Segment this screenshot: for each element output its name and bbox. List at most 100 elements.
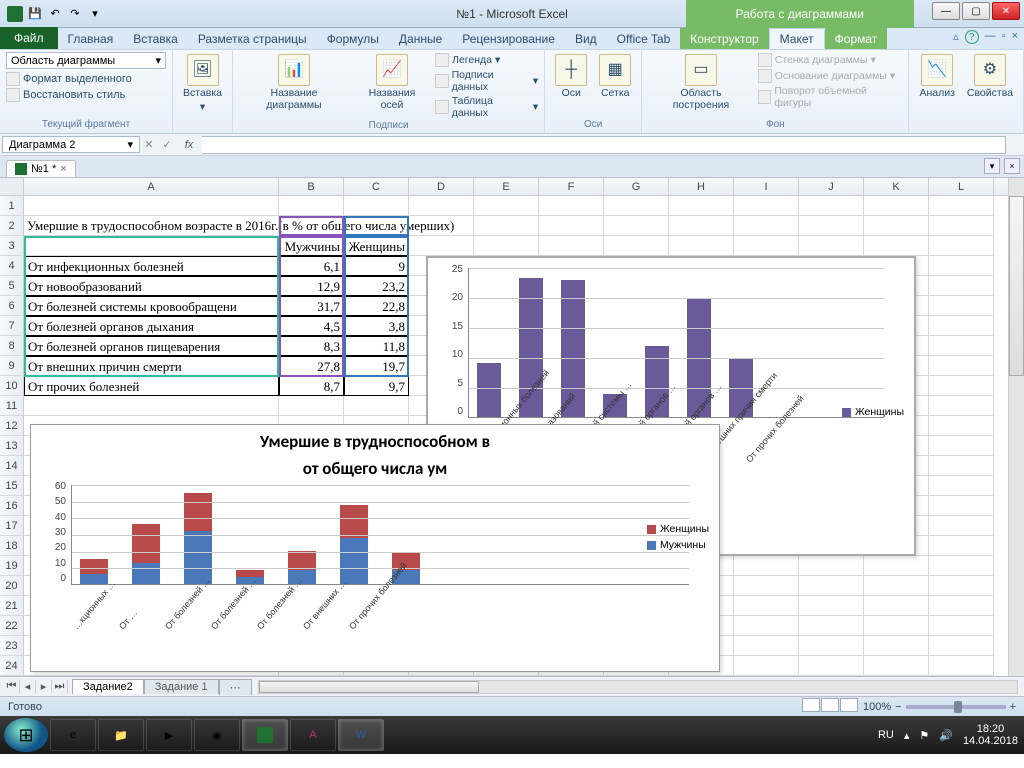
row-header[interactable]: 10 bbox=[0, 376, 24, 396]
chart-object-1[interactable]: Умершие в трудноспособном в от общего чи… bbox=[30, 424, 720, 672]
col-header[interactable]: K bbox=[864, 178, 929, 195]
row-header[interactable]: 2 bbox=[0, 216, 24, 236]
row-header[interactable]: 3 bbox=[0, 236, 24, 256]
worksheet[interactable]: ABCDEFGHIJKL 123456789101112131415161718… bbox=[0, 178, 1024, 676]
col-header[interactable]: J bbox=[799, 178, 864, 195]
file-tab[interactable]: Файл bbox=[0, 27, 58, 49]
doc-close-icon[interactable]: × bbox=[60, 163, 66, 175]
cell[interactable] bbox=[409, 196, 474, 216]
cell[interactable] bbox=[409, 236, 474, 256]
cell[interactable]: Умершие в трудоспособном возрасте в 2016… bbox=[24, 216, 279, 236]
row-header[interactable]: 23 bbox=[0, 636, 24, 656]
row-header[interactable]: 22 bbox=[0, 616, 24, 636]
col-header[interactable]: F bbox=[539, 178, 604, 195]
col-header[interactable]: I bbox=[734, 178, 799, 195]
cell[interactable]: 23,2 bbox=[344, 276, 409, 296]
cell[interactable] bbox=[929, 496, 994, 516]
redo-button[interactable]: ↷ bbox=[66, 5, 84, 23]
data-labels-button[interactable]: Подписи данных ▾ bbox=[435, 68, 538, 94]
chart-title-button[interactable]: 📊Название диаграммы bbox=[239, 52, 349, 113]
tab-office-tab[interactable]: Office Tab bbox=[607, 28, 681, 49]
cell[interactable] bbox=[344, 396, 409, 416]
row-header[interactable]: 6 bbox=[0, 296, 24, 316]
cell[interactable] bbox=[539, 236, 604, 256]
cell[interactable]: От болезней органов дыхания bbox=[24, 316, 279, 336]
cell[interactable] bbox=[734, 636, 799, 656]
cell[interactable]: От новообразований bbox=[24, 276, 279, 296]
cell[interactable] bbox=[864, 596, 929, 616]
save-button[interactable]: 💾 bbox=[26, 5, 44, 23]
cell[interactable] bbox=[279, 396, 344, 416]
tray-lang[interactable]: RU bbox=[878, 729, 894, 741]
cell[interactable] bbox=[734, 216, 799, 236]
cell[interactable] bbox=[929, 576, 994, 596]
cell[interactable]: 8,3 bbox=[279, 336, 344, 356]
row-header[interactable]: 12 bbox=[0, 416, 24, 436]
cell[interactable]: Женщины bbox=[344, 236, 409, 256]
cell[interactable] bbox=[669, 236, 734, 256]
row-header[interactable]: 17 bbox=[0, 516, 24, 536]
cell[interactable] bbox=[734, 236, 799, 256]
tab-review[interactable]: Рецензирование bbox=[452, 28, 565, 49]
cell[interactable] bbox=[734, 616, 799, 636]
cell[interactable] bbox=[929, 256, 994, 276]
start-button[interactable]: ⊞ bbox=[4, 718, 48, 752]
workbook-min-icon[interactable]: — bbox=[985, 30, 996, 44]
cell[interactable] bbox=[929, 356, 994, 376]
cell[interactable] bbox=[734, 196, 799, 216]
cell[interactable] bbox=[864, 616, 929, 636]
cell[interactable] bbox=[929, 216, 994, 236]
tab-page-layout[interactable]: Разметка страницы bbox=[188, 28, 317, 49]
cell[interactable] bbox=[929, 236, 994, 256]
tab-chart-format[interactable]: Формат bbox=[825, 28, 888, 49]
cell[interactable] bbox=[24, 396, 279, 416]
enter-icon[interactable]: ✓ bbox=[160, 138, 174, 152]
cancel-icon[interactable]: ✕ bbox=[142, 138, 156, 152]
cell[interactable] bbox=[24, 236, 279, 256]
cell[interactable]: От болезней органов пищеварения bbox=[24, 336, 279, 356]
cell[interactable] bbox=[864, 196, 929, 216]
cell[interactable] bbox=[474, 216, 539, 236]
insert-button[interactable]: 🖼Вставка▾ bbox=[179, 52, 226, 115]
row-header[interactable]: 14 bbox=[0, 456, 24, 476]
cell[interactable] bbox=[604, 236, 669, 256]
axes-button[interactable]: ┼Оси bbox=[551, 52, 591, 102]
cell[interactable]: От инфекционных болезней bbox=[24, 256, 279, 276]
sheet-nav-next-icon[interactable]: ▸ bbox=[36, 680, 52, 693]
cell[interactable] bbox=[734, 656, 799, 676]
cell[interactable] bbox=[929, 296, 994, 316]
taskbar-media[interactable]: ▶ bbox=[146, 719, 192, 751]
cell[interactable] bbox=[929, 516, 994, 536]
cell[interactable] bbox=[929, 536, 994, 556]
row-header[interactable]: 7 bbox=[0, 316, 24, 336]
tab-chart-layout[interactable]: Макет bbox=[769, 28, 825, 49]
cell[interactable] bbox=[864, 656, 929, 676]
cell[interactable] bbox=[474, 196, 539, 216]
cell[interactable] bbox=[929, 616, 994, 636]
close-button[interactable]: ✕ bbox=[992, 2, 1020, 20]
col-header[interactable]: H bbox=[669, 178, 734, 195]
tab-insert[interactable]: Вставка bbox=[123, 28, 188, 49]
cell[interactable] bbox=[799, 656, 864, 676]
cell[interactable] bbox=[279, 216, 344, 236]
cell[interactable]: 22,8 bbox=[344, 296, 409, 316]
sheet-nav-prev-icon[interactable]: ◂ bbox=[20, 680, 36, 693]
cell[interactable] bbox=[864, 216, 929, 236]
horizontal-scrollbar[interactable] bbox=[258, 680, 1018, 694]
axis-titles-button[interactable]: 📈Названия осей bbox=[353, 52, 431, 113]
zoom-level[interactable]: 100% bbox=[863, 701, 891, 713]
sheet-tab[interactable]: Задание 1 bbox=[144, 679, 219, 694]
row-header[interactable]: 11 bbox=[0, 396, 24, 416]
cell[interactable] bbox=[734, 576, 799, 596]
row-header[interactable]: 19 bbox=[0, 556, 24, 576]
cell[interactable]: 31,7 bbox=[279, 296, 344, 316]
col-header[interactable]: E bbox=[474, 178, 539, 195]
tab-chart-design[interactable]: Конструктор bbox=[680, 28, 768, 49]
cell[interactable] bbox=[539, 196, 604, 216]
workbook-close-icon[interactable]: × bbox=[1012, 30, 1018, 44]
sheet-tab-active[interactable]: Задание2 bbox=[72, 679, 144, 694]
cell[interactable] bbox=[799, 236, 864, 256]
cell[interactable] bbox=[409, 216, 474, 236]
cell[interactable] bbox=[344, 216, 409, 236]
row-header[interactable]: 1 bbox=[0, 196, 24, 216]
